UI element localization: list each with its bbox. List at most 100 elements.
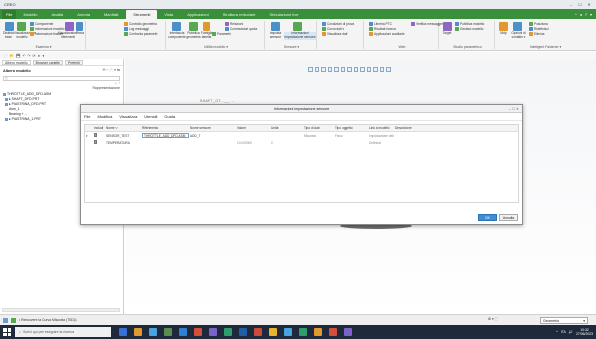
view-tool-icon[interactable] (379, 67, 384, 72)
taskbar-app-icon[interactable] (209, 328, 217, 336)
volume-icon[interactable]: 🔊 (569, 330, 573, 334)
menu-visualizza[interactable]: Visualizza (119, 114, 137, 119)
ribbon-item-risultati-ricerca[interactable]: Risultati ricerca (369, 27, 396, 31)
col-unita[interactable]: Unità (270, 126, 303, 130)
tab-annota[interactable]: Annota (70, 10, 97, 19)
view-tool-icon[interactable] (314, 67, 319, 72)
ribbon-item-gestisci-modello[interactable]: Gestisci modello (455, 27, 483, 31)
find-label[interactable]: Trova (75, 31, 85, 36)
status-icon[interactable] (3, 317, 8, 323)
table-row[interactable]: ▾ SENSOR_TEST THROTTLE_ADD_DFD.ASM ADD_T… (85, 132, 518, 139)
model-view-label[interactable]: Visualizzazione modello (14, 31, 36, 40)
view-tool-icon[interactable] (334, 67, 339, 72)
options-icon[interactable]: ▾ (590, 12, 592, 17)
tab-analisi[interactable]: Analisi (44, 10, 70, 19)
taskbar-app-icon[interactable] (119, 328, 127, 336)
view-tool-icon[interactable] (353, 67, 358, 72)
component-interface-icon[interactable] (172, 22, 181, 31)
col-tipo-oggetto[interactable]: Tipo oggetto (334, 126, 368, 130)
ribbon-item-commutatori-quota[interactable]: Commutatori quota (225, 27, 257, 31)
col-nome-sensore[interactable]: Nome sensore (189, 126, 236, 130)
col-descrizione[interactable]: Descrizione (394, 126, 434, 130)
component-interface-label[interactable]: Interfaccia componente (168, 31, 186, 40)
include-checkbox[interactable] (93, 133, 105, 137)
back-icon[interactable]: ◂ (580, 12, 582, 17)
ribbon-item-condizioni-prova[interactable]: Condizioni di prova (322, 22, 354, 26)
tab-simulazione-live[interactable]: Simulazione live (263, 10, 306, 19)
view-tool-icon[interactable] (347, 67, 352, 72)
taskbar-app-icon[interactable] (224, 328, 232, 336)
taskbar-app-icon[interactable] (284, 328, 292, 336)
target-label[interactable]: Target (441, 31, 453, 36)
tray-expand-icon[interactable]: ^ (556, 330, 558, 334)
windows-start-icon[interactable] (3, 328, 11, 336)
selection-filter-select[interactable]: Geometria ▾ (540, 317, 588, 324)
collapse-ribbon-icon[interactable]: ^ (575, 12, 577, 17)
ribbon-item-applicazioni-ausiliarie[interactable]: Applicazioni ausiliarie (369, 32, 404, 36)
row-expander-icon[interactable]: ▾ (85, 134, 93, 138)
taskbar-app-icon[interactable] (269, 328, 277, 336)
ribbon-item-curva-dati[interactable]: Curva dati ▾ (322, 27, 344, 31)
mdp-label[interactable]: Mdp (497, 31, 510, 36)
taskbar-search-input[interactable]: ⌕ Scrivi qui per eseguire la ricerca (15, 327, 111, 337)
family-table-label[interactable]: Famiglie tabella (201, 31, 213, 40)
navigator-icon[interactable] (11, 317, 16, 323)
publish-geometry-label[interactable]: Pubblica geometria (186, 31, 201, 40)
col-tipo-dati[interactable]: Tipo di dati (303, 126, 334, 130)
find-icon[interactable] (76, 22, 83, 31)
taskbar-app-icon[interactable] (194, 328, 202, 336)
table-row[interactable]: TEMPERATURA 10.000000 C Definisci (85, 139, 518, 146)
reference-input[interactable]: THROTTLE_ADD_DFD.ASM (142, 133, 189, 138)
close-button[interactable]: ✕ (586, 2, 592, 7)
ribbon-item-pubblica-modello[interactable]: Pubblica modello (455, 22, 484, 26)
col-valore[interactable]: Valore (236, 126, 270, 130)
mdp-icon[interactable] (499, 22, 508, 31)
model-tree-tools[interactable]: 🗎 ▾ 📄 ▾ ⇆ (102, 68, 120, 74)
ribbon-item-relazioni[interactable]: Relazioni (225, 22, 243, 26)
ribbon-item-parametri[interactable]: Parametri (212, 32, 231, 36)
representation-label[interactable]: Rappresentazione (0, 85, 123, 92)
ribbon-item-confronta-parametri[interactable]: Confronta parametri (124, 32, 157, 36)
ribbon-item-controllo-geometria[interactable]: Controllo geometria (124, 22, 157, 26)
view-tool-icon[interactable] (386, 67, 391, 72)
new-icon[interactable]: 📄 (3, 54, 7, 58)
ribbon-item-posiziona[interactable]: Posiziona (529, 22, 548, 26)
menu-utensili[interactable]: Utensili (144, 114, 157, 119)
customize-toolbar-icon[interactable]: ▾ (43, 54, 45, 58)
view-tool-icon[interactable] (366, 67, 371, 72)
target-icon[interactable] (443, 22, 452, 31)
taskbar-app-icon[interactable] (314, 328, 322, 336)
taskbar-app-icon[interactable] (134, 328, 142, 336)
tab-strumenti[interactable]: Strumenti (126, 10, 158, 19)
tab-applicazioni[interactable]: Applicazioni (180, 10, 215, 19)
tab-vista[interactable]: Vista (157, 10, 180, 19)
col-riferimento[interactable]: Riferimento (141, 126, 189, 130)
ribbon-item-libreria-ptc[interactable]: Libreria PTC (369, 22, 392, 26)
dialog-window-controls[interactable]: – ☐ ✕ (509, 105, 519, 113)
ribbon-item-visualizza-dati[interactable]: Visualizza dati (322, 32, 347, 36)
taskbar-app-icon[interactable] (179, 328, 187, 336)
tab-modello[interactable]: Modello (16, 10, 44, 19)
taskbar-app-icon[interactable] (344, 328, 352, 336)
language-indicator[interactable]: ITA (561, 330, 566, 334)
taskbar-app-icon[interactable] (239, 328, 247, 336)
ribbon-item-componente[interactable]: Componente (30, 22, 53, 26)
view-tool-icon[interactable] (340, 67, 345, 72)
save-icon[interactable]: 💾 (16, 54, 20, 58)
open-icon[interactable]: 📂 (9, 54, 13, 58)
model-view-icon[interactable] (17, 22, 26, 31)
cancel-button[interactable]: Annulla (499, 214, 518, 221)
model-tree-scrollbar[interactable] (2, 308, 120, 312)
tab-albero-modello[interactable]: Albero modello (2, 59, 31, 65)
regenerate-icon[interactable]: ⟳ (32, 54, 35, 58)
set-sensor-label[interactable]: Imposta sensore (267, 31, 284, 40)
status-tools[interactable]: ⊞ ▾ ⬚ (488, 317, 498, 321)
tab-manifatt[interactable]: Manifatt. (97, 10, 126, 19)
col-includi[interactable]: Includi (93, 126, 105, 130)
ribbon-item-ridefinisci[interactable]: Ridefinisci (529, 27, 549, 31)
clock[interactable]: 10:32 27/06/2023 (576, 328, 593, 336)
taskbar-app-icon[interactable] (254, 328, 262, 336)
taskbar-app-icon[interactable] (149, 328, 157, 336)
taskbar-app-icon[interactable] (164, 328, 172, 336)
ribbon-item-verifica-messaggeri[interactable]: Verifica messaggeri (411, 22, 444, 26)
